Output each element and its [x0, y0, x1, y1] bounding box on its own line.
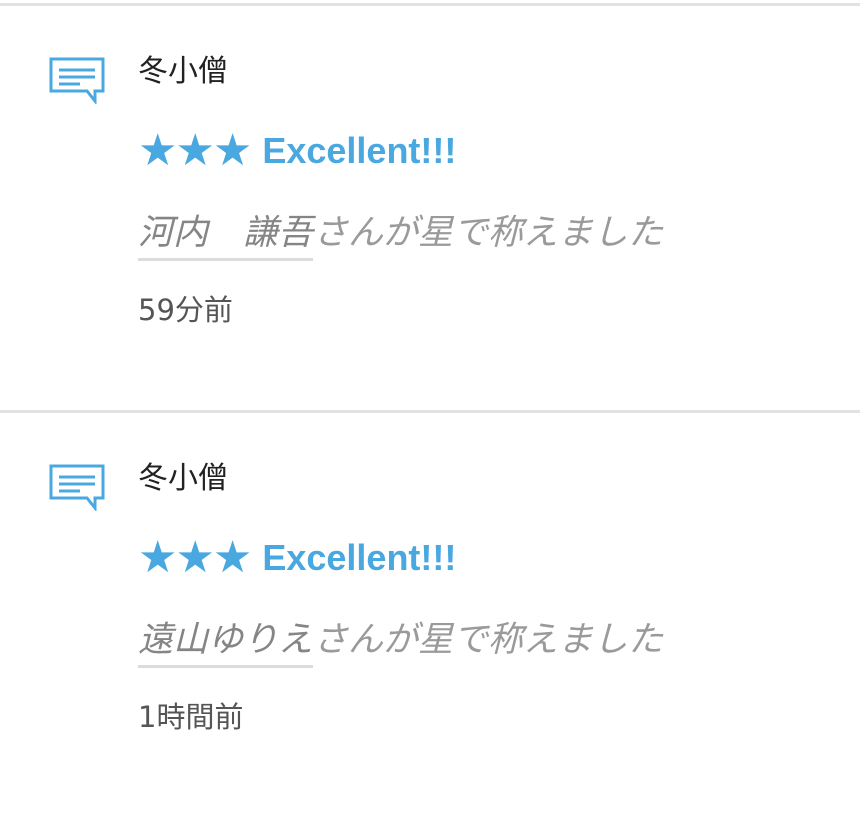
top-divider [0, 3, 860, 6]
star-rating-icons: ★★★ [138, 532, 252, 583]
star-rating-icons: ★★★ [138, 125, 252, 176]
feed-item[interactable]: 冬小僧 ★★★ Excellent!!! 遠山ゆりえさんが星で称えました 1時間… [0, 415, 860, 815]
praise-suffix: さんが星で称えました [313, 213, 664, 253]
comment-icon [49, 57, 105, 104]
feed-item[interactable]: 冬小僧 ★★★ Excellent!!! 河内 謙吾さんが星で称えました 59分… [0, 8, 860, 408]
praise-suffix: さんが星で称えました [313, 620, 664, 660]
timestamp: 59分前 [138, 293, 233, 327]
comment-icon [49, 464, 105, 511]
praise-message: 遠山ゆりえさんが星で称えました [138, 615, 663, 668]
author-name: 冬小僧 [138, 54, 228, 89]
rating-line: ★★★ Excellent!!! [138, 126, 456, 176]
author-name: 冬小僧 [138, 461, 228, 496]
rating-line: ★★★ Excellent!!! [138, 533, 456, 583]
praise-message: 河内 謙吾さんが星で称えました [138, 208, 663, 261]
rating-label: Excellent!!! [262, 537, 457, 578]
praiser-name-link[interactable]: 河内 謙吾 [138, 210, 314, 261]
timestamp: 1時間前 [138, 700, 244, 734]
item-divider [0, 410, 860, 413]
rating-label: Excellent!!! [262, 130, 457, 171]
praiser-name-link[interactable]: 遠山ゆりえ [138, 617, 314, 668]
